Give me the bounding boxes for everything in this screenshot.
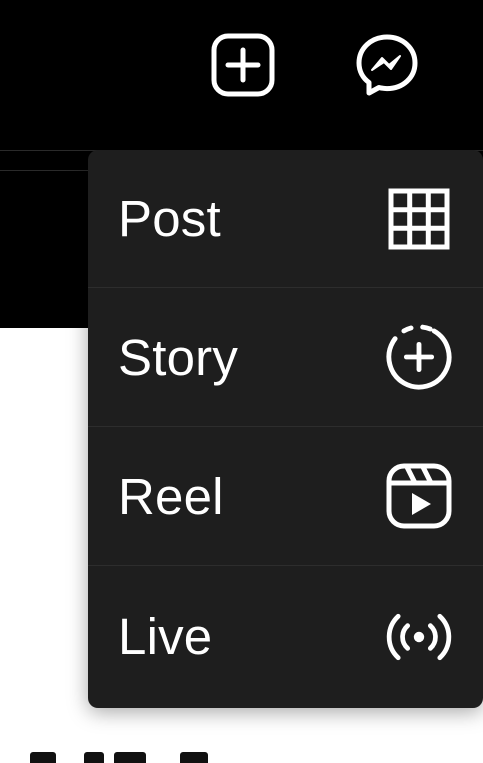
partial-content-text (30, 742, 230, 763)
messenger-button[interactable] (352, 30, 422, 100)
menu-item-label: Reel (118, 467, 224, 525)
menu-item-label: Live (118, 608, 213, 665)
menu-item-post[interactable]: Post (88, 150, 483, 288)
menu-item-label: Story (118, 328, 239, 386)
menu-item-live[interactable]: Live (88, 566, 483, 707)
menu-item-reel[interactable]: Reel (88, 427, 483, 566)
grid-icon (385, 185, 453, 253)
menu-item-story[interactable]: Story (88, 288, 483, 427)
story-add-icon (385, 323, 453, 391)
menu-item-label: Post (118, 190, 221, 247)
create-menu: Post Story Reel Live (88, 150, 483, 708)
live-broadcast-icon (385, 603, 453, 671)
create-icon (211, 33, 275, 97)
create-button[interactable] (208, 30, 278, 100)
messenger-icon (356, 34, 418, 96)
divider (0, 170, 100, 171)
reel-icon (385, 462, 453, 530)
